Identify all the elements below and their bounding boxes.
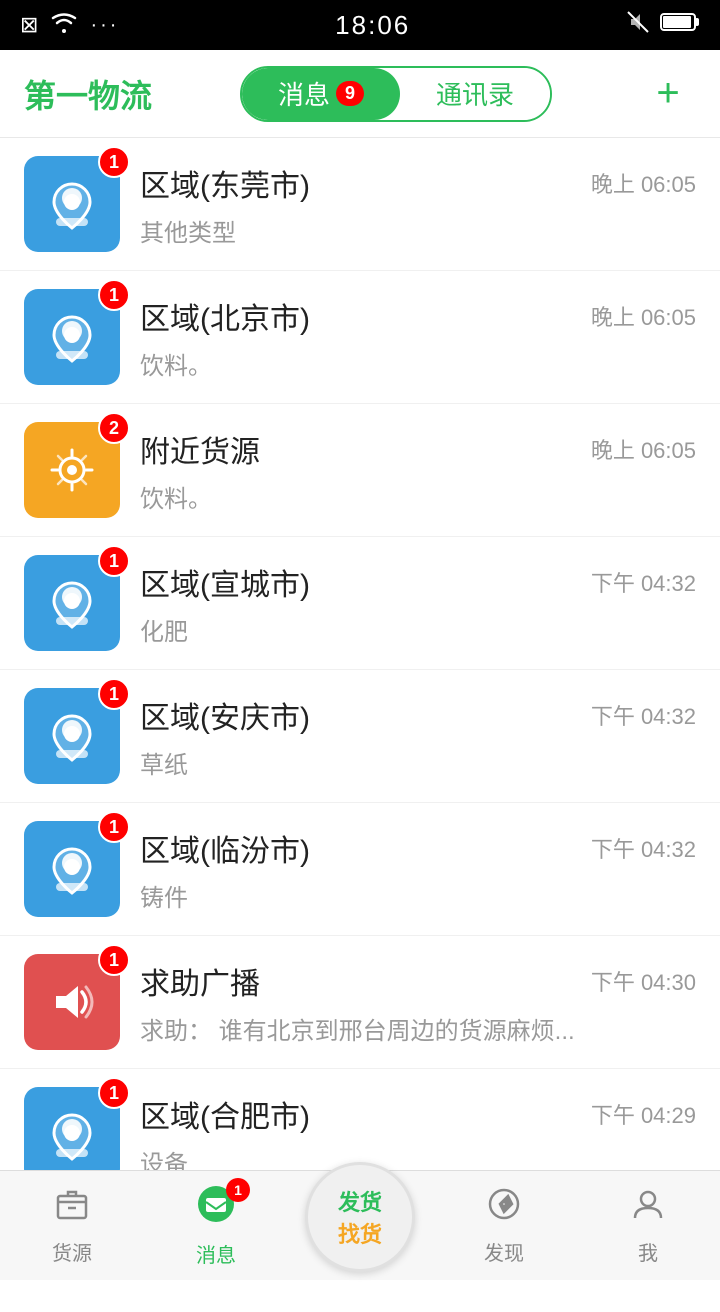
message-content: 区域(安庆市) 下午 04:32 草纸 [140, 693, 696, 780]
message-content: 区域(东莞市) 晚上 06:05 其他类型 [140, 161, 696, 248]
message-time: 下午 04:32 [591, 699, 696, 731]
unread-badge: 1 [98, 279, 130, 311]
nav-cargo[interactable]: 货源 [0, 1171, 144, 1280]
nav-fab[interactable]: 发货 找货 [288, 1171, 432, 1280]
status-left: ⊠ ··· [20, 11, 119, 39]
nav-message-icon-wrap: 1 [196, 1184, 236, 1233]
unread-badge: 2 [98, 412, 130, 444]
nav-discover[interactable]: 发现 [432, 1171, 576, 1280]
message-title: 附近货源 [140, 427, 260, 471]
person-nav-icon [630, 1186, 666, 1231]
message-preview: 饮料。 [140, 346, 696, 381]
add-button[interactable]: + [640, 66, 696, 122]
message-time: 晚上 06:05 [591, 300, 696, 332]
message-title: 区域(东莞市) [140, 161, 310, 205]
message-preview: 其他类型 [140, 213, 696, 248]
message-time: 晚上 06:05 [591, 433, 696, 465]
brand-title: 第一物流 [24, 71, 152, 117]
box-nav-icon [54, 1186, 90, 1231]
message-preview: 铸件 [140, 878, 696, 913]
app-header: 第一物流 消息 9 通讯录 + [0, 50, 720, 138]
message-title: 区域(安庆市) [140, 693, 310, 737]
nav-message[interactable]: 1 消息 [144, 1171, 288, 1280]
status-right [626, 10, 700, 40]
status-bar: ⊠ ··· 18:06 [0, 0, 720, 50]
nav-me[interactable]: 我 [576, 1171, 720, 1280]
tab-switcher: 消息 9 通讯录 [152, 66, 640, 122]
list-item[interactable]: 1 区域(宣城市) 下午 04:32 化肥 [0, 537, 720, 670]
message-content: 求助广播 下午 04:30 求助： 谁有北京到邢台周边的货源麻烦... [140, 959, 696, 1046]
fab-label-bottom: 找货 [338, 1217, 382, 1249]
message-time: 晚上 06:05 [591, 167, 696, 199]
list-item[interactable]: 1 求助广播 下午 04:30 求助： 谁有北京到邢台周边的货源麻烦... [0, 936, 720, 1069]
nav-message-label: 消息 [196, 1239, 236, 1268]
mute-icon [626, 10, 650, 40]
list-item[interactable]: 1 区域(安庆市) 下午 04:32 草纸 [0, 670, 720, 803]
unread-badge: 1 [98, 811, 130, 843]
nav-me-label: 我 [638, 1237, 658, 1266]
message-time: 下午 04:32 [591, 566, 696, 598]
nav-message-badge: 1 [226, 1178, 250, 1202]
message-preview: 草纸 [140, 745, 696, 780]
list-item[interactable]: 2 附近货源 晚上 06:05 饮料。 [0, 404, 720, 537]
avatar: 2 [24, 422, 120, 518]
message-time: 下午 04:30 [591, 965, 696, 997]
wifi-icon [50, 11, 78, 39]
battery-icon [660, 11, 700, 39]
avatar: 1 [24, 688, 120, 784]
message-time: 下午 04:32 [591, 832, 696, 864]
avatar: 1 [24, 821, 120, 917]
message-list: 1 区域(东莞市) 晚上 06:05 其他类型 1 区域(北京市) 晚上 06:… [0, 138, 720, 1312]
unread-badge: 1 [98, 545, 130, 577]
message-content: 附近货源 晚上 06:05 饮料。 [140, 427, 696, 514]
avatar: 1 [24, 1087, 120, 1183]
box-icon: ⊠ [20, 12, 38, 38]
avatar: 1 [24, 289, 120, 385]
message-content: 区域(合肥市) 下午 04:29 设备 [140, 1092, 696, 1179]
unread-badge: 1 [98, 146, 130, 178]
message-preview: 求助： 谁有北京到邢台周边的货源麻烦... [140, 1011, 696, 1046]
nav-cargo-label: 货源 [52, 1237, 92, 1266]
list-item[interactable]: 1 区域(东莞市) 晚上 06:05 其他类型 [0, 138, 720, 271]
unread-badge: 1 [98, 944, 130, 976]
dots-icon: ··· [90, 14, 119, 37]
tab-pill: 消息 9 通讯录 [240, 66, 552, 122]
nav-discover-label: 发现 [484, 1237, 524, 1266]
message-preview: 化肥 [140, 612, 696, 647]
unread-badge: 1 [98, 678, 130, 710]
tab-messages[interactable]: 消息 9 [242, 68, 400, 120]
unread-badge: 1 [98, 1077, 130, 1109]
message-title: 区域(北京市) [140, 294, 310, 338]
message-content: 区域(宣城市) 下午 04:32 化肥 [140, 560, 696, 647]
avatar: 1 [24, 156, 120, 252]
fab-button[interactable]: 发货 找货 [305, 1162, 415, 1272]
list-item[interactable]: 1 区域(北京市) 晚上 06:05 饮料。 [0, 271, 720, 404]
message-content: 区域(临汾市) 下午 04:32 铸件 [140, 826, 696, 913]
status-time: 18:06 [335, 10, 410, 41]
message-time: 下午 04:29 [591, 1098, 696, 1130]
avatar: 1 [24, 954, 120, 1050]
fab-label-top: 发货 [338, 1185, 382, 1217]
tab-contacts[interactable]: 通讯录 [400, 68, 550, 120]
bottom-nav: 货源 1 消息 发货 找货 发现 [0, 1170, 720, 1280]
message-title: 区域(合肥市) [140, 1092, 310, 1136]
message-title: 区域(宣城市) [140, 560, 310, 604]
message-preview: 饮料。 [140, 479, 696, 514]
message-badge: 9 [336, 81, 364, 106]
message-title: 区域(临汾市) [140, 826, 310, 870]
list-item[interactable]: 1 区域(临汾市) 下午 04:32 铸件 [0, 803, 720, 936]
message-content: 区域(北京市) 晚上 06:05 饮料。 [140, 294, 696, 381]
message-title: 求助广播 [140, 959, 260, 1003]
compass-nav-icon [486, 1186, 522, 1231]
avatar: 1 [24, 555, 120, 651]
